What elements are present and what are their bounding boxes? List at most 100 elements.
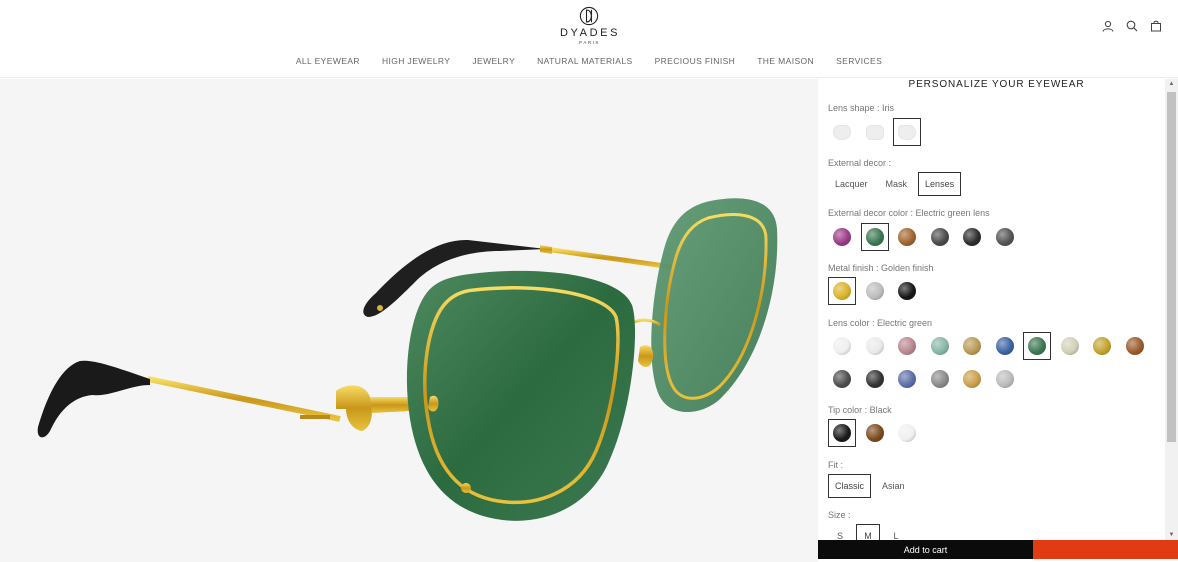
decor-color-swatch[interactable] (991, 223, 1019, 251)
lens-color-swatch[interactable] (958, 332, 986, 360)
metal-finish-swatch-selected[interactable] (828, 277, 856, 305)
color-swatch-icon (930, 337, 949, 355)
decor-color-swatch[interactable] (926, 223, 954, 251)
color-swatch-icon (898, 424, 916, 442)
lens-color-swatch[interactable] (1088, 332, 1116, 360)
metal-finish-swatches (828, 277, 926, 305)
lens-color-swatch[interactable] (958, 365, 986, 393)
color-swatch-icon (995, 228, 1014, 246)
decor-option-lenses[interactable]: Lenses (918, 172, 962, 196)
header-actions (1101, 19, 1163, 33)
external-decor-label: External decor : (828, 158, 892, 168)
lens-color-swatch[interactable] (893, 365, 921, 393)
tip-color-swatch[interactable] (861, 419, 889, 447)
color-swatch-icon (898, 282, 916, 300)
brand-name: DYADES (559, 27, 621, 39)
nav-item-all-eyewear[interactable]: ALL EYEWEAR (296, 56, 360, 66)
color-swatch-icon (898, 337, 916, 355)
decor-color-swatch[interactable] (893, 223, 921, 251)
nav-item-high-jewelry[interactable]: HIGH JEWELRY (382, 56, 450, 66)
brand-monogram-icon (579, 6, 599, 26)
metal-finish-swatch[interactable] (893, 277, 921, 305)
size-option-s[interactable]: S (828, 524, 852, 540)
color-swatch-icon (1060, 337, 1079, 355)
site-header: DYADES PARIS ALL EYEWEAR HIGH JEWELRY JE… (0, 0, 1178, 78)
fit-label: Fit : (828, 460, 843, 470)
lens-color-swatches-row2 (828, 365, 1023, 393)
sunglasses-render (37, 198, 778, 521)
tip-color-swatch[interactable] (893, 419, 921, 447)
lens-color-swatch[interactable] (893, 332, 921, 360)
account-icon[interactable] (1101, 19, 1115, 33)
panel-scrollbar[interactable]: ▲ ▼ (1165, 79, 1178, 540)
lens-color-label: Lens color : Electric green (828, 318, 933, 328)
color-swatch-icon (1125, 337, 1144, 355)
color-swatch-icon (865, 337, 884, 355)
decor-color-swatch-selected[interactable] (860, 223, 889, 251)
lens-shape-option[interactable] (861, 118, 889, 146)
lens-color-swatch[interactable] (828, 332, 856, 360)
fit-options: Classic Asian (828, 474, 916, 498)
checkout-accent-button[interactable] (1033, 540, 1178, 559)
panel-title: PERSONALIZE YOUR EYEWEAR (908, 79, 1085, 90)
nav-item-the-maison[interactable]: THE MAISON (757, 56, 814, 66)
metal-finish-swatch[interactable] (861, 277, 889, 305)
brand-subtitle: PARIS (579, 40, 600, 45)
lens-color-swatch[interactable] (991, 365, 1019, 393)
color-swatch-icon (898, 370, 916, 388)
decor-color-swatch[interactable] (828, 223, 856, 251)
lens-color-swatch[interactable] (926, 332, 954, 360)
nav-item-natural-materials[interactable]: NATURAL MATERIALS (537, 56, 632, 66)
color-swatch-icon (865, 370, 884, 388)
product-3d-viewer[interactable] (0, 79, 818, 562)
lens-color-swatch[interactable] (828, 365, 856, 393)
color-swatch-icon (833, 424, 851, 442)
size-label: Size : (828, 510, 851, 520)
lens-color-swatches-row1 (828, 332, 1153, 360)
bag-icon[interactable] (1149, 19, 1163, 33)
color-swatch-icon (833, 337, 851, 355)
scrollbar-thumb[interactable] (1167, 92, 1176, 442)
decor-color-swatch[interactable] (958, 223, 986, 251)
external-decor-options: Lacquer Mask Lenses (828, 172, 965, 196)
size-option-l[interactable]: L (884, 524, 908, 540)
color-swatch-icon (963, 228, 981, 246)
decor-option-lacquer[interactable]: Lacquer (828, 172, 875, 196)
lens-color-swatch[interactable] (926, 365, 954, 393)
lens-shape-option-selected[interactable] (893, 118, 921, 146)
lens-color-swatch[interactable] (991, 332, 1019, 360)
fit-option-classic[interactable]: Classic (828, 474, 872, 498)
color-swatch-icon (833, 228, 851, 246)
lens-color-swatch[interactable] (1121, 332, 1149, 360)
nav-item-precious-finish[interactable]: PRECIOUS FINISH (655, 56, 736, 66)
tip-color-label: Tip color : Black (828, 405, 892, 415)
metal-finish-label: Metal finish : Golden finish (828, 263, 934, 273)
lens-color-swatch[interactable] (861, 332, 889, 360)
color-swatch-icon (1093, 337, 1111, 355)
decor-option-mask[interactable]: Mask (879, 172, 915, 196)
size-option-m[interactable]: M (856, 524, 880, 540)
brand-logo[interactable]: DYADES PARIS (539, 6, 639, 45)
tip-color-swatch-selected[interactable] (828, 419, 856, 447)
color-swatch-icon (865, 424, 884, 442)
lens-shape-option[interactable] (828, 118, 856, 146)
color-swatch-icon (833, 282, 851, 300)
color-swatch-icon (963, 337, 981, 355)
fit-option-asian[interactable]: Asian (875, 474, 912, 498)
search-icon[interactable] (1125, 19, 1139, 33)
personalize-panel[interactable]: PERSONALIZE YOUR EYEWEAR Lens shape : Ir… (818, 79, 1165, 540)
nav-item-jewelry[interactable]: JEWELRY (472, 56, 515, 66)
lens-color-swatch[interactable] (1056, 332, 1084, 360)
lens-color-swatch[interactable] (861, 365, 889, 393)
color-swatch-icon (963, 370, 981, 388)
main-navigation: ALL EYEWEAR HIGH JEWELRY JEWELRY NATURAL… (0, 56, 1178, 66)
lens-color-swatch-selected[interactable] (1023, 332, 1051, 360)
add-to-cart-button[interactable]: Add to cart (818, 540, 1033, 559)
scroll-down-arrow-icon[interactable]: ▼ (1168, 532, 1175, 538)
scroll-up-arrow-icon[interactable]: ▲ (1168, 81, 1175, 87)
lens-shape-options (828, 118, 926, 146)
nav-item-services[interactable]: SERVICES (836, 56, 882, 66)
color-swatch-icon (995, 370, 1014, 388)
tip-color-swatches (828, 419, 926, 447)
color-swatch-icon (930, 228, 949, 246)
